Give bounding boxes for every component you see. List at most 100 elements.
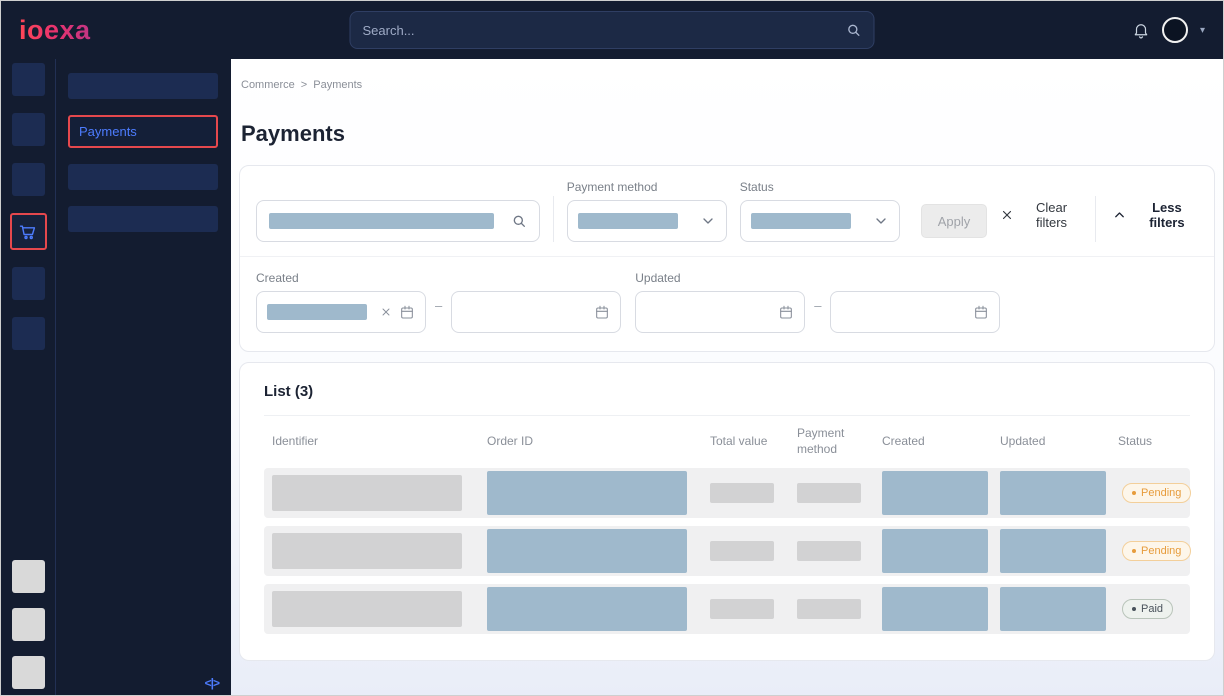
less-filters-button[interactable]: Less filters [1112,200,1198,230]
notifications-bell-icon[interactable] [1132,21,1150,39]
sidebar-item-5[interactable] [12,267,45,300]
created-to-date-input[interactable] [451,291,621,333]
breadcrumb-payments: Payments [313,79,362,91]
status-dot-icon [1132,607,1136,611]
table-row[interactable]: Paid [264,584,1190,634]
column-status: Status [1110,434,1190,450]
sidebar-collapse-icon[interactable]: <|> [205,676,219,690]
calendar-icon[interactable] [399,304,415,320]
account-menu-caret-icon[interactable]: ▾ [1200,25,1205,36]
redacted-order-id [487,529,687,573]
list-title: List (3) [264,383,313,400]
app-window: ioexa ▾ [0,0,1224,696]
column-order-id: Order ID [479,434,702,450]
table-header-row: Identifier Order ID Total value Payment … [264,416,1190,468]
global-search-input[interactable] [363,23,846,38]
chevron-down-icon [700,213,716,229]
filters-panel: Payment method Status [239,165,1215,352]
sidebar-item-2[interactable] [12,113,45,146]
payment-method-select[interactable] [567,200,727,242]
sidebar-bottom-item-3[interactable] [12,656,45,689]
table-row[interactable]: Pending [264,468,1190,518]
topbar: ioexa ▾ [1,1,1223,59]
redacted-created [882,529,988,573]
search-icon [846,22,862,38]
column-updated: Updated [992,434,1110,450]
filter-search-input[interactable] [256,200,540,242]
status-badge: Pending [1122,483,1191,503]
list-header: List (3) [264,363,1190,416]
updated-to-date-input[interactable] [830,291,1000,333]
redacted-total-value [710,541,774,561]
chevron-down-icon [873,213,889,229]
redacted-payment-method [797,541,861,561]
status-label: Status [740,180,900,194]
search-icon [511,213,527,229]
filter-divider [1095,196,1096,242]
redacted-status-value [751,213,851,229]
redacted-identifier [272,591,462,627]
redacted-created [882,471,988,515]
submenu-item-1[interactable] [68,73,218,99]
filter-divider [553,196,554,242]
submenu-item-payments-active[interactable]: Payments [68,115,218,148]
less-filters-label: Less filters [1136,200,1198,230]
date-range-dash: – [814,298,821,313]
status-dot-icon [1132,491,1136,495]
calendar-icon[interactable] [778,304,794,320]
redacted-total-value [710,483,774,503]
sidebar-item-3[interactable] [12,163,45,196]
status-select[interactable] [740,200,900,242]
column-total-value: Total value [702,434,789,450]
main-content: Commerce > Payments Payments Payment [231,59,1223,695]
sidebar-item-1[interactable] [12,63,45,96]
created-label: Created [256,271,621,285]
submenu-item-4[interactable] [68,206,218,232]
user-avatar[interactable] [1162,17,1188,43]
status-badge: Paid [1122,599,1173,619]
redacted-total-value [710,599,774,619]
redacted-updated [1000,587,1106,631]
created-from-date-input[interactable] [256,291,426,333]
status-label: Paid [1141,603,1163,615]
redacted-search-value [269,213,494,229]
redacted-updated [1000,529,1106,573]
sidebar-item-6[interactable] [12,317,45,350]
redacted-order-id [487,587,687,631]
global-search[interactable] [350,11,875,49]
breadcrumb-commerce[interactable]: Commerce [241,79,295,91]
redacted-date-value [267,304,367,320]
date-range-dash: – [435,298,442,313]
cart-icon [18,222,38,242]
updated-from-date-input[interactable] [635,291,805,333]
commerce-submenu: Payments <|> [56,59,231,695]
redacted-identifier [272,475,462,511]
calendar-icon[interactable] [594,304,610,320]
filters-row-divider [240,256,1214,257]
breadcrumb-separator: > [301,79,307,91]
status-dot-icon [1132,549,1136,553]
sidebar-item-commerce-active[interactable] [10,213,47,250]
app-logo: ioexa [19,15,91,46]
sidebar-bottom-item-2[interactable] [12,608,45,641]
calendar-icon[interactable] [973,304,989,320]
apply-button[interactable]: Apply [921,204,988,238]
status-label: Pending [1141,545,1181,557]
page-title: Payments [241,121,1215,147]
submenu-payments-label: Payments [79,124,137,139]
payment-method-label: Payment method [567,180,727,194]
close-icon [1000,208,1014,222]
clear-filters-button[interactable]: Clear filters [1000,200,1082,230]
submenu-item-3[interactable] [68,164,218,190]
sidebar-bottom-item-1[interactable] [12,560,45,593]
payments-list-panel: List (3) Identifier Order ID Total value… [239,362,1215,661]
column-identifier: Identifier [264,434,479,450]
redacted-order-id [487,471,687,515]
clear-filters-label: Clear filters [1021,200,1082,230]
column-payment-method: Payment method [789,426,859,457]
table-row[interactable]: Pending [264,526,1190,576]
chevron-up-icon [1112,208,1127,223]
redacted-created [882,587,988,631]
clear-date-icon[interactable] [380,306,392,318]
sidebar-bottom-group [12,560,45,689]
